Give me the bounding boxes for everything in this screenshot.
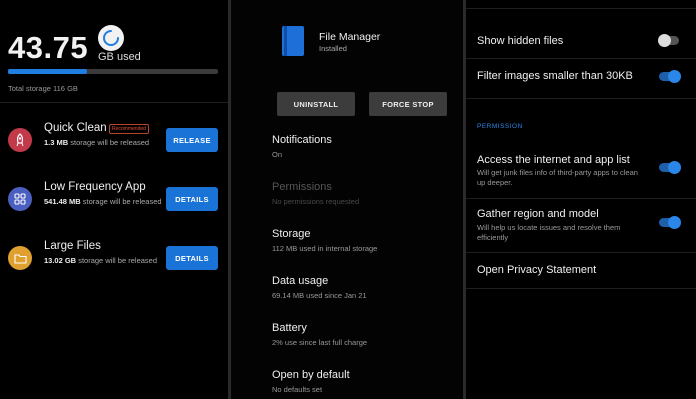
divider — [466, 98, 696, 99]
permission-section-label: PERMISSION — [477, 123, 523, 130]
divider — [466, 252, 696, 253]
app-name: File Manager — [319, 31, 381, 43]
open-privacy-statement-link[interactable]: Open Privacy Statement — [477, 264, 596, 276]
low-frequency-details-button[interactable]: DETAILS — [166, 187, 218, 211]
storage-panel: 43.75 GB used Total storage 116 GB Quick… — [0, 0, 228, 399]
settings-item-data-usage[interactable]: Data usage — [272, 275, 328, 287]
uninstall-button[interactable]: UNINSTALL — [277, 92, 355, 116]
notifications-subtitle: On — [272, 150, 283, 159]
file-manager-app-icon — [282, 26, 304, 56]
divider — [0, 102, 228, 103]
divider — [466, 198, 696, 199]
loading-spinner-icon — [98, 25, 124, 51]
large-files-title: Large Files — [44, 240, 101, 252]
storage-used-value: 43.75 — [8, 30, 89, 65]
internet-access-toggle[interactable] — [659, 161, 681, 174]
filter-images-label: Filter images smaller than 30KB — [477, 70, 633, 82]
storage-used-unit: GB used — [98, 51, 141, 63]
settings-item-notifications[interactable]: Notifications — [272, 134, 332, 146]
total-storage-label: Total storage 116 GB — [8, 84, 78, 93]
low-frequency-app-desc: 541.48 MB storage will be released — [44, 197, 162, 206]
divider — [466, 288, 696, 289]
large-files-details-button[interactable]: DETAILS — [166, 246, 218, 270]
app-info-panel: File Manager Installed UNINSTALL FORCE S… — [232, 0, 463, 399]
large-files-desc: 13.02 GB storage will be released — [44, 256, 157, 265]
quick-clean-desc: 1.3 MB storage will be released — [44, 138, 150, 147]
open-by-default-subtitle: No defaults set — [272, 385, 323, 394]
storage-progress-fill — [8, 69, 88, 74]
recommended-badge: Recommended — [109, 124, 149, 134]
filter-images-toggle[interactable] — [659, 70, 681, 83]
release-button[interactable]: RELEASE — [166, 128, 218, 152]
rocket-icon — [8, 128, 32, 152]
divider — [466, 58, 696, 59]
settings-item-battery[interactable]: Battery — [272, 322, 307, 334]
data-usage-subtitle: 69.14 MB used since Jan 21 — [272, 291, 367, 300]
battery-subtitle: 2% use since last full charge — [272, 338, 368, 347]
settings-panel: Show hidden files Filter images smaller … — [466, 0, 696, 399]
region-model-desc: Will help us locate issues and resolve t… — [477, 223, 621, 242]
settings-item-permissions: Permissions — [272, 181, 332, 193]
divider — [466, 8, 696, 9]
quick-clean-title: Quick Clean — [44, 122, 107, 134]
storage-progress-bar — [8, 69, 218, 74]
show-hidden-files-toggle[interactable] — [658, 34, 679, 47]
show-hidden-files-label: Show hidden files — [477, 35, 564, 47]
folder-icon — [8, 246, 32, 270]
low-frequency-app-title: Low Frequency App — [44, 181, 146, 193]
internet-access-desc: Will get junk files info of third-party … — [477, 168, 638, 187]
region-model-label: Gather region and model — [477, 208, 599, 220]
settings-item-open-by-default[interactable]: Open by default — [272, 369, 350, 381]
apps-grid-icon — [8, 187, 32, 211]
force-stop-button[interactable]: FORCE STOP — [369, 92, 447, 116]
divider — [228, 0, 231, 399]
permissions-subtitle: No permissions requested — [272, 197, 360, 206]
app-status: Installed — [319, 44, 347, 53]
internet-access-label: Access the internet and app list — [477, 154, 630, 166]
region-model-toggle[interactable] — [659, 216, 681, 229]
settings-item-storage[interactable]: Storage — [272, 228, 311, 240]
storage-subtitle: 112 MB used in internal storage — [272, 244, 378, 253]
